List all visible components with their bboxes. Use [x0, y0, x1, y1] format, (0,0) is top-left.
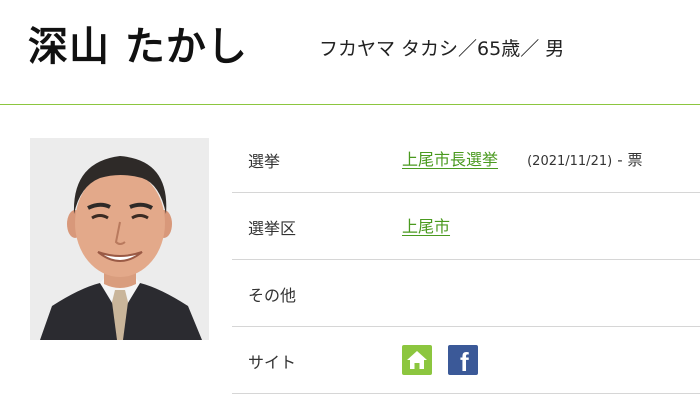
election-votes: - 票: [617, 151, 643, 169]
site-label: サイト: [248, 353, 297, 372]
candidate-profile-page: 深山 たかし フカヤマ タカシ／65歳／ 男 選挙 上尾市長選挙 (2021/1…: [0, 0, 700, 408]
portrait-image: [30, 138, 209, 340]
district-label: 選挙区: [248, 219, 297, 238]
candidate-photo: [30, 138, 209, 340]
candidate-info-table: 選挙 上尾市長選挙 (2021/11/21) - 票 選挙区 上尾市 その他 サ…: [232, 126, 700, 394]
election-value: 上尾市長選挙 (2021/11/21) - 票: [402, 146, 642, 170]
district-value: 上尾市: [402, 213, 450, 237]
election-link[interactable]: 上尾市長選挙: [402, 150, 498, 169]
facebook-icon[interactable]: f: [448, 345, 478, 377]
election-date: (2021/11/21): [527, 154, 613, 169]
table-row-other: その他: [232, 260, 700, 327]
home-icon[interactable]: [402, 345, 432, 375]
election-label: 選挙: [248, 152, 281, 171]
table-row-district: 選挙区 上尾市: [232, 193, 700, 260]
table-row-election: 選挙 上尾市長選挙 (2021/11/21) - 票: [232, 126, 700, 193]
candidate-subinfo: フカヤマ タカシ／65歳／ 男: [319, 38, 565, 60]
other-label: その他: [248, 286, 297, 305]
district-link[interactable]: 上尾市: [402, 217, 450, 236]
home-glyph: [407, 351, 427, 369]
profile-header: 深山 たかし フカヤマ タカシ／65歳／ 男: [0, 0, 700, 105]
facebook-letter: f: [460, 347, 469, 377]
site-icons: f: [402, 345, 478, 377]
candidate-name: 深山 たかし: [28, 24, 248, 70]
table-row-site: サイト f: [232, 327, 700, 394]
